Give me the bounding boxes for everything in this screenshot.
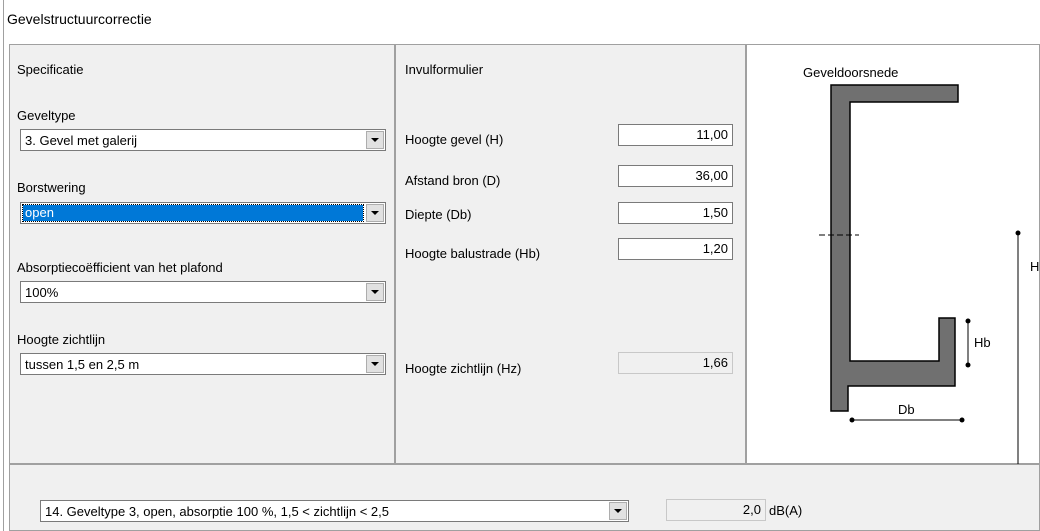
hb-dimension-dot-top [965,318,971,324]
hoogte-gevel-field[interactable]: 11,00 [618,124,733,146]
diepte-label: Diepte (Db) [405,207,472,222]
geveldoorsnede-panel: Geveldoorsnede H Hb Db [746,44,1040,465]
hoogte-gevel-label: Hoogte gevel (H) [405,132,504,147]
hoogte-zichtlijn-field: 1,66 [618,352,733,374]
afstand-bron-label: Afstand bron (D) [405,173,501,188]
absorptie-dropdown[interactable]: 100% [20,281,386,303]
invulformulier-panel: Invulformulier Hoogte gevel (H) 11,00 Af… [395,44,746,464]
borstwering-value: open [22,204,364,222]
dropdown-arrow-button[interactable] [609,502,627,520]
chevron-down-icon [371,211,379,215]
absorptie-value: 100% [25,285,59,300]
db-dimension-dot-right [959,417,965,423]
zichtlijn-label: Hoogte zichtlijn [17,332,106,347]
chevron-down-icon [371,138,379,142]
dropdown-arrow-button[interactable] [366,204,384,222]
absorptie-label: Absorptiecoëfficient van het plafond [17,260,223,275]
result-value-field: 2,0 [666,499,766,521]
hoogte-balustrade-field[interactable]: 1,20 [618,238,733,260]
hb-label: Hb [974,335,991,350]
hoogte-balustrade-label: Hoogte balustrade (Hb) [405,246,541,261]
borstwering-dropdown[interactable]: open [20,202,386,224]
dropdown-arrow-button[interactable] [366,283,384,301]
diepte-field[interactable]: 1,50 [618,202,733,224]
geveldoorsnede-diagram [819,84,1021,465]
dropdown-arrow-button[interactable] [366,131,384,149]
left-border-line [3,0,4,531]
hb-dimension-dot-bottom [965,362,971,368]
result-unit: dB(A) [769,503,803,518]
result-selection-value: 14. Geveltype 3, open, absorptie 100 %, … [45,504,389,519]
chevron-down-icon [371,362,379,366]
window-title: Gevelstructuurcorrectie [7,11,152,27]
result-bar: 14. Geveltype 3, open, absorptie 100 %, … [9,464,1040,531]
h-dimension-dot [1015,230,1021,236]
specificatie-heading: Specificatie [17,62,84,77]
borstwering-label: Borstwering [17,180,86,195]
gevelstructuurcorrectie-window: Gevelstructuurcorrectie Specificatie Gev… [0,0,1040,531]
hoogte-zichtlijn-label: Hoogte zichtlijn (Hz) [405,361,522,376]
invulformulier-heading: Invulformulier [405,62,484,77]
chevron-down-icon [371,290,379,294]
specificatie-panel: Specificatie Geveltype 3. Gevel met gale… [9,44,395,464]
db-dimension-dot-left [849,417,855,423]
result-selection-dropdown[interactable]: 14. Geveltype 3, open, absorptie 100 %, … [40,500,629,522]
zichtlijn-value: tussen 1,5 en 2,5 m [25,357,140,372]
chevron-down-icon [614,509,622,513]
geveltype-label: Geveltype [17,108,76,123]
db-label: Db [898,402,915,417]
dropdown-arrow-button[interactable] [366,355,384,373]
zichtlijn-dropdown[interactable]: tussen 1,5 en 2,5 m [20,353,386,375]
gevel-shape [830,84,959,412]
geveltype-dropdown[interactable]: 3. Gevel met galerij [20,129,386,151]
h-label: H [1030,259,1040,274]
afstand-bron-field[interactable]: 36,00 [618,165,733,187]
geveltype-value: 3. Gevel met galerij [25,133,137,148]
